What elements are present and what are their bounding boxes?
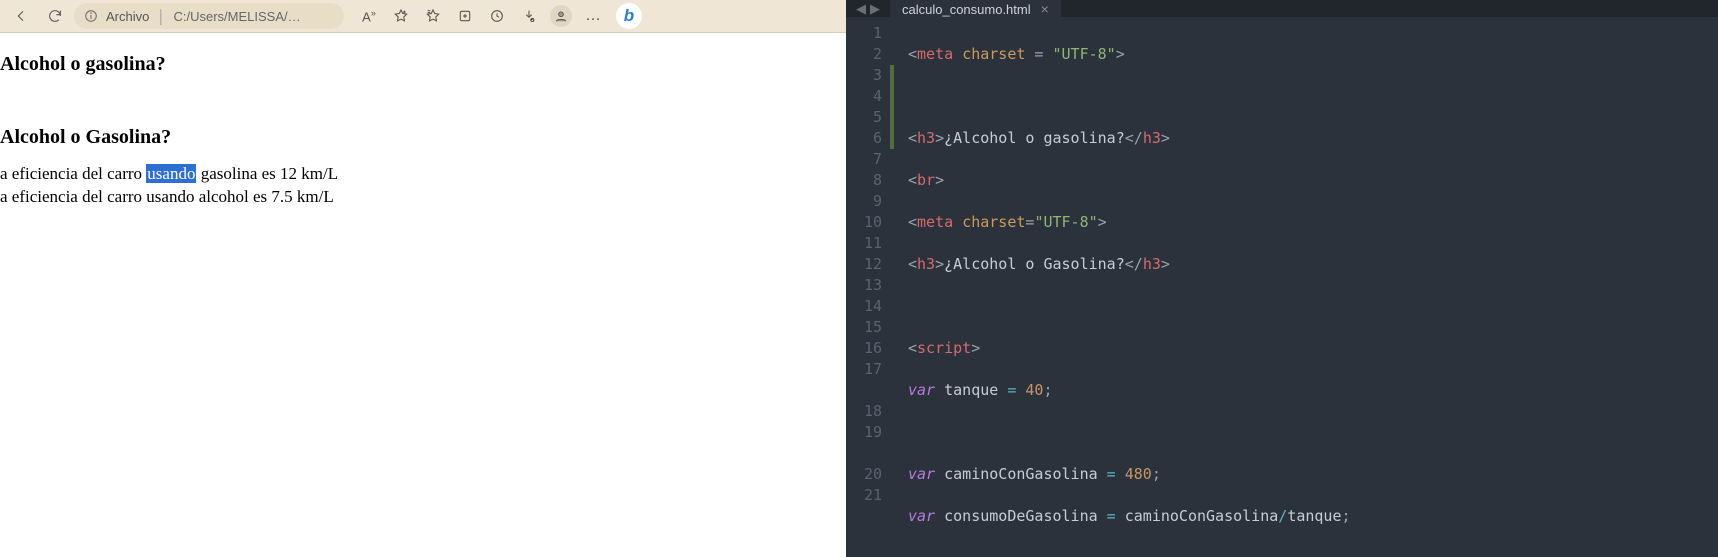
editor-tabbar: ◀▶ calculo_consumo.html × [846,0,1718,17]
addr-scheme: Archivo [106,9,149,24]
addr-sep: │ [157,9,165,24]
page-heading-2: Alcohol o Gasolina? [0,126,842,149]
downloads-button[interactable] [514,2,544,30]
refresh-button[interactable] [40,2,70,30]
address-bar[interactable]: Archivo │ C:/Users/MELISSA/… [74,3,344,29]
file-tab-active[interactable]: calculo_consumo.html × [890,0,1061,17]
more-icon: … [585,7,601,25]
app-root: Archivo │ C:/Users/MELISSA/… A» [0,0,1718,557]
avatar-icon [550,5,572,27]
browser-pane: Archivo │ C:/Users/MELISSA/… A» [0,0,846,557]
line1-pre: a eficiencia del carro [0,164,146,183]
code-area[interactable]: 1 2 3 4 5 6 7 8 9 10 11 12 13 14 15 16 1… [846,17,1718,557]
page-line-2: a eficiencia del carro usando alcohol es… [0,186,842,209]
favorites-list-button[interactable] [418,2,448,30]
code-text[interactable]: <meta charset = "UTF-8"> <h3>¿Alcohol o … [894,17,1718,557]
tab-nav-arrows[interactable]: ◀▶ [846,0,890,17]
back-button[interactable] [6,2,36,30]
tab-next-icon: ▶ [870,1,880,17]
bing-icon: b [624,6,634,26]
read-aloud-button[interactable]: A» [354,2,384,30]
collections-button[interactable] [450,2,480,30]
profile-button[interactable] [546,2,576,30]
rendered-page: Alcohol o gasolina? Alcohol o Gasolina? … [0,33,846,557]
history-button[interactable] [482,2,512,30]
page-heading-1: Alcohol o gasolina? [0,53,842,76]
more-button[interactable]: … [578,2,608,30]
line1-post: gasolina es 12 km/L [196,164,338,183]
page-line-1: a eficiencia del carro usando gasolina e… [0,163,842,186]
text-selection: usando [146,164,196,183]
file-tab-label: calculo_consumo.html [902,2,1031,17]
close-tab-button[interactable]: × [1041,1,1049,17]
addr-path: C:/Users/MELISSA/… [173,9,300,24]
git-gutter [890,17,894,557]
favorite-button[interactable] [386,2,416,30]
toolbar-right-group: A» [354,2,642,30]
bing-button[interactable]: b [616,3,642,29]
browser-toolbar: Archivo │ C:/Users/MELISSA/… A» [0,0,846,33]
tab-prev-icon: ◀ [856,1,866,17]
info-icon [84,9,98,23]
editor-pane: ◀▶ calculo_consumo.html × 1 2 3 4 5 6 7 … [846,0,1718,557]
line-number-gutter: 1 2 3 4 5 6 7 8 9 10 11 12 13 14 15 16 1… [846,17,890,557]
